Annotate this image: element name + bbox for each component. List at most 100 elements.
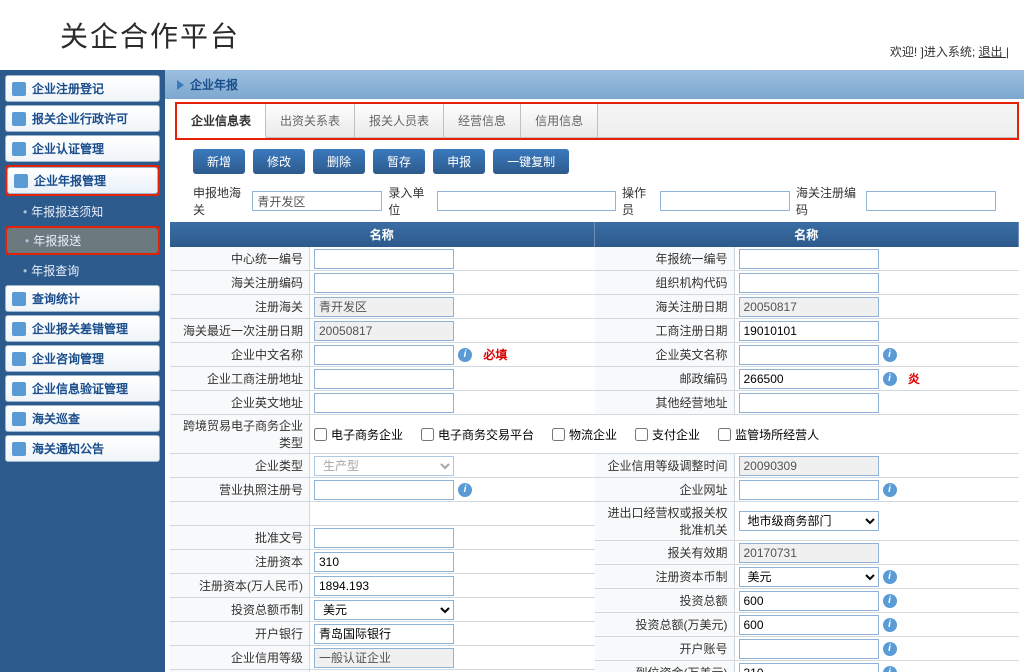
info-icon[interactable]: i (458, 483, 472, 497)
chk-supervise[interactable] (718, 428, 731, 441)
sidebar-item-error[interactable]: 企业报关差错管理 (5, 315, 160, 342)
info-icon[interactable]: i (883, 372, 897, 386)
inp-other-addr[interactable] (739, 393, 879, 413)
sidebar-item-patrol[interactable]: 海关巡查 (5, 405, 160, 432)
sidebar-item-cert[interactable]: 企业认证管理 (5, 135, 160, 162)
filter-unit-label: 录入单位 (388, 184, 431, 218)
inp-inv-usd[interactable] (739, 615, 879, 635)
info-icon[interactable]: i (883, 570, 897, 584)
save-button[interactable]: 暂存 (373, 149, 425, 174)
info-icon[interactable]: i (883, 348, 897, 362)
lbl-ic-reg-date: 工商注册日期 (595, 319, 735, 342)
inp-en-name[interactable] (739, 345, 879, 365)
inp-account[interactable] (739, 639, 879, 659)
arrow-icon (177, 80, 184, 90)
inp-org-code[interactable] (739, 273, 879, 293)
page-title: 企业年报 (190, 76, 238, 93)
info-icon[interactable]: i (883, 618, 897, 632)
declare-button[interactable]: 申报 (433, 149, 485, 174)
lbl-credit-lvl: 企业信用等级 (170, 646, 310, 669)
header-name2: 名称 (595, 222, 1020, 247)
lbl-other-addr: 其他经营地址 (595, 391, 735, 414)
info-icon[interactable]: i (883, 594, 897, 608)
sidebar-item-verify[interactable]: 企业信息验证管理 (5, 375, 160, 402)
sel-reg-cap-curr[interactable]: 美元 (739, 567, 879, 587)
inp-customs-reg-code[interactable] (314, 273, 454, 293)
sidebar-item-stats[interactable]: 查询统计 (5, 285, 160, 312)
sel-imp-exp-auth[interactable]: 地市级商务部门 (739, 511, 879, 531)
info-icon[interactable]: i (883, 642, 897, 656)
section-header: 企业年报 (165, 70, 1024, 99)
tab-credit[interactable]: 信用信息 (521, 104, 598, 137)
lbl-inv-curr: 投资总额币制 (170, 598, 310, 621)
tab-investor[interactable]: 出资关系表 (266, 104, 355, 137)
filter-customs-label: 申报地海关 (193, 184, 246, 218)
logout-link[interactable]: 退出 | (979, 45, 1009, 59)
inp-ic-reg-date[interactable] (739, 321, 879, 341)
sidebar-item-consult[interactable]: 企业咨询管理 (5, 345, 160, 372)
lbl-biz-license: 营业执照注册号 (170, 478, 310, 501)
edit-button[interactable]: 修改 (253, 149, 305, 174)
delete-button[interactable]: 删除 (313, 149, 365, 174)
chk-ecom[interactable] (314, 428, 327, 441)
inp-annual-no[interactable] (739, 249, 879, 269)
inp-bank[interactable] (314, 624, 454, 644)
info-icon[interactable]: i (458, 348, 472, 362)
chk-supervise-lbl: 监管场所经营人 (735, 426, 819, 443)
inp-central-code[interactable] (314, 249, 454, 269)
filter-operator-input[interactable] (660, 191, 790, 211)
sidebar-item-register[interactable]: 企业注册登记 (5, 75, 160, 102)
sidebar-item-license[interactable]: 报关企业行政许可 (5, 105, 160, 132)
chk-platform[interactable] (421, 428, 434, 441)
filter-regcode-label: 海关注册编码 (796, 184, 860, 218)
info-icon[interactable]: i (883, 666, 897, 672)
inp-credit-lvl (314, 648, 454, 668)
inp-inv-total[interactable] (739, 591, 879, 611)
chk-logistics[interactable] (552, 428, 565, 441)
inp-biz-license[interactable] (314, 480, 454, 500)
lbl-en-addr: 企业英文地址 (170, 391, 310, 414)
chk-ecom-lbl: 电子商务企业 (331, 426, 403, 443)
inp-reg-customs (314, 297, 454, 317)
lbl-reg-capital: 注册资本 (170, 550, 310, 573)
inp-reg-capital[interactable] (314, 552, 454, 572)
chk-payment[interactable] (635, 428, 648, 441)
doc-icon (12, 142, 26, 156)
lbl-en-name: 企业英文名称 (595, 343, 735, 366)
inp-postal[interactable] (739, 369, 879, 389)
inp-credit-adj (739, 456, 879, 476)
inp-approval-no[interactable] (314, 528, 454, 548)
tab-operation[interactable]: 经营信息 (444, 104, 521, 137)
sidebar-item-announcement[interactable]: 海关通知公告 (5, 435, 160, 462)
info-icon[interactable]: i (883, 483, 897, 497)
doc-icon (14, 174, 28, 188)
sel-inv-curr[interactable]: 美元 (314, 600, 454, 620)
welcome-text: 欢迎! (890, 45, 917, 59)
inp-cap-in-place[interactable] (739, 663, 879, 672)
lbl-last-reg-date: 海关最近一次注册日期 (170, 319, 310, 342)
filter-regcode-input[interactable] (866, 191, 996, 211)
tab-personnel[interactable]: 报关人员表 (355, 104, 444, 137)
inp-en-addr[interactable] (314, 393, 454, 413)
lbl-reg-cap-curr: 注册资本币制 (595, 565, 735, 588)
chk-logistics-lbl: 物流企业 (569, 426, 617, 443)
filter-unit-input[interactable] (437, 191, 616, 211)
sidebar-item-annual[interactable]: 企业年报管理 (7, 167, 158, 194)
doc-icon (12, 292, 26, 306)
sidebar-sub-notice[interactable]: •年报报送须知 (5, 199, 160, 224)
required-hint: 必填 (483, 346, 507, 363)
inp-website[interactable] (739, 480, 879, 500)
inp-customs-reg-date (739, 297, 879, 317)
inp-reg-cap-rmb[interactable] (314, 576, 454, 596)
warn-hint: 炎 (908, 370, 920, 387)
inp-cn-name[interactable] (314, 345, 454, 365)
inp-ic-addr[interactable] (314, 369, 454, 389)
lbl-imp-exp-auth: 进出口经营权或报关权批准机关 (595, 502, 735, 540)
tab-ent-info[interactable]: 企业信息表 (177, 104, 266, 138)
doc-icon (12, 112, 26, 126)
copy-button[interactable]: 一键复制 (493, 149, 569, 174)
sidebar-sub-submit[interactable]: •年报报送 (7, 228, 158, 253)
sidebar-sub-query[interactable]: •年报查询 (5, 258, 160, 283)
doc-icon (12, 412, 26, 426)
add-button[interactable]: 新增 (193, 149, 245, 174)
